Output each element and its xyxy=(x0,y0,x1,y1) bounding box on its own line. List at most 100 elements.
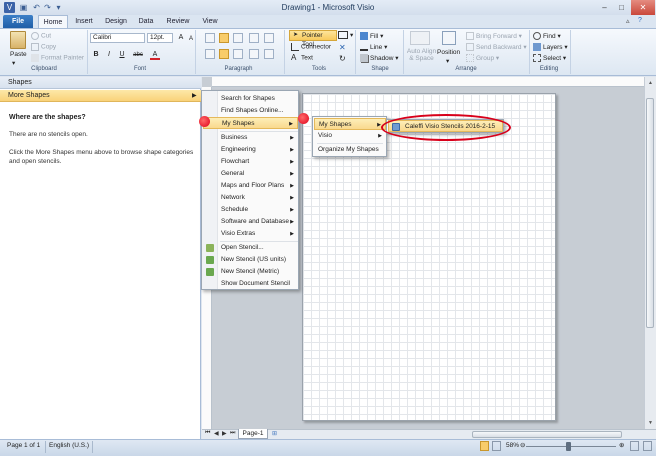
strikethrough-button[interactable]: abc xyxy=(131,50,145,60)
bullets-button[interactable] xyxy=(249,33,259,43)
tab-insert[interactable]: Insert xyxy=(70,15,98,28)
position-dropdown-icon[interactable]: ▾ xyxy=(446,57,449,65)
more-shapes-button[interactable]: More Shapes xyxy=(0,90,201,102)
align-center-button[interactable] xyxy=(219,49,229,59)
menu-item-maps-and-floor-plans[interactable]: Maps and Floor Plans ▶ xyxy=(203,180,298,192)
zoom-level[interactable]: 58% xyxy=(506,442,519,449)
page-info[interactable]: Page 1 of 1 xyxy=(7,442,40,449)
menu-item-my-shapes-folder[interactable]: My Shapes ▶ xyxy=(314,118,386,130)
paste-icon[interactable] xyxy=(10,31,26,49)
minimize-button[interactable]: – xyxy=(596,0,613,15)
ribbon-collapse-icon[interactable]: ▵ xyxy=(626,17,630,25)
close-tool-icon[interactable]: ✕ xyxy=(339,43,346,52)
tab-data[interactable]: Data xyxy=(134,15,158,28)
menu-item-network[interactable]: Network ▶ xyxy=(203,192,298,204)
switch-windows-icon[interactable] xyxy=(643,441,652,451)
copy-button[interactable]: Copy xyxy=(31,43,56,51)
menu-item-flowchart[interactable]: Flowchart ▶ xyxy=(203,156,298,168)
menu-item-new-stencil-metric[interactable]: New Stencil (Metric) xyxy=(203,266,298,278)
menu-item-open-stencil[interactable]: Open Stencil... xyxy=(203,242,298,254)
increase-indent-button[interactable] xyxy=(264,49,274,59)
tab-view[interactable]: View xyxy=(199,15,221,28)
find-button[interactable]: Find ▾ xyxy=(533,32,561,41)
menu-item-business[interactable]: Business ▶ xyxy=(203,132,298,144)
cut-button[interactable]: Cut xyxy=(31,32,51,40)
connector-button[interactable]: Connector xyxy=(291,43,331,51)
chevron-right-icon: ▶ xyxy=(290,159,294,165)
menu-item-engineering[interactable]: Engineering ▶ xyxy=(203,144,298,156)
auto-align-space-button[interactable]: Auto Align & Space xyxy=(405,48,438,62)
menu-item-new-stencil-us[interactable]: New Stencil (US units) xyxy=(203,254,298,266)
bold-button[interactable]: B xyxy=(91,50,101,60)
insert-page-icon[interactable]: ⊞ xyxy=(272,430,277,437)
zoom-out-icon[interactable]: ⊖ xyxy=(520,441,525,449)
zoom-in-icon[interactable]: ⊕ xyxy=(619,441,624,449)
tab-file[interactable]: File xyxy=(3,15,33,28)
paste-button[interactable]: Paste xyxy=(10,51,27,58)
menu-item-visio[interactable]: Visio ▶ xyxy=(314,130,386,142)
next-page-icon[interactable]: ▶ xyxy=(222,430,227,437)
fill-button[interactable]: Fill ▾ xyxy=(360,32,383,41)
fit-page-icon[interactable] xyxy=(630,441,639,451)
last-page-icon[interactable]: ⏭ xyxy=(230,430,235,437)
maximize-button[interactable]: □ xyxy=(613,0,630,15)
layers-button[interactable]: Layers ▾ xyxy=(533,43,568,52)
font-name-dropdown[interactable]: Calibri xyxy=(90,33,145,43)
align-bottom-button[interactable] xyxy=(233,33,243,43)
grow-font-button[interactable]: A xyxy=(176,33,186,43)
font-size-dropdown[interactable]: 12pt. xyxy=(147,33,173,43)
full-screen-icon[interactable] xyxy=(492,441,501,451)
shadow-button[interactable]: Shadow ▾ xyxy=(360,54,399,63)
scroll-down-icon[interactable]: ▼ xyxy=(645,418,656,428)
menu-item-label: Open Stencil... xyxy=(221,244,264,251)
group-label-font: Font xyxy=(133,66,146,72)
group-button[interactable]: Group ▾ xyxy=(466,54,499,63)
menu-item-search-for-shapes[interactable]: Search for Shapes xyxy=(203,93,298,105)
help-icon[interactable]: ? xyxy=(638,17,642,24)
menu-item-find-shapes-online[interactable]: Find Shapes Online... xyxy=(203,105,298,117)
menu-item-show-document-stencil[interactable]: Show Document Stencil xyxy=(203,278,298,290)
bring-forward-button[interactable]: Bring Forward ▾ xyxy=(466,32,522,41)
align-top-button[interactable] xyxy=(205,33,215,43)
send-backward-button[interactable]: Send Backward ▾ xyxy=(466,43,527,52)
text-button[interactable]: A Text xyxy=(291,54,313,62)
menu-item-organize-my-shapes[interactable]: Organize My Shapes xyxy=(314,144,386,156)
language-indicator[interactable]: English (U.S.) xyxy=(49,442,89,449)
select-label: Select xyxy=(543,55,562,62)
tab-home[interactable]: Home xyxy=(38,15,68,28)
send-backward-icon xyxy=(466,43,474,52)
first-page-icon[interactable]: ⏮ xyxy=(205,430,210,437)
zoom-slider-knob[interactable] xyxy=(566,442,571,451)
rotate-tool-icon[interactable]: ↻ xyxy=(339,54,346,63)
align-middle-button[interactable] xyxy=(219,33,229,43)
page-tab[interactable]: Page-1 xyxy=(238,429,268,439)
vertical-scroll-thumb[interactable] xyxy=(646,98,654,328)
menu-item-software-and-database[interactable]: Software and Database ▶ xyxy=(203,216,298,228)
font-color-button[interactable]: A xyxy=(150,50,160,60)
align-left-button[interactable] xyxy=(205,49,215,59)
prev-page-icon[interactable]: ◀ xyxy=(214,430,219,437)
underline-button[interactable]: U xyxy=(117,50,127,60)
menu-item-schedule[interactable]: Schedule ▶ xyxy=(203,204,298,216)
pointer-tool-button[interactable]: ➤ Pointer Tool xyxy=(289,30,337,48)
group-label-editing: Editing xyxy=(539,66,559,72)
normal-view-icon[interactable] xyxy=(480,441,489,451)
horizontal-scroll-thumb[interactable] xyxy=(472,431,622,438)
rectangle-tool-button[interactable]: ▾ xyxy=(338,31,353,40)
scroll-up-icon[interactable]: ▲ xyxy=(645,78,656,88)
tab-design[interactable]: Design xyxy=(101,15,131,28)
align-right-button[interactable] xyxy=(233,49,243,59)
decrease-indent-button[interactable] xyxy=(264,33,274,43)
menu-item-general[interactable]: General ▶ xyxy=(203,168,298,180)
close-button[interactable]: ✕ xyxy=(631,0,655,15)
zoom-slider-track[interactable] xyxy=(526,446,616,447)
menu-item-visio-extras[interactable]: Visio Extras ▶ xyxy=(203,228,298,240)
menu-item-my-shapes[interactable]: My Shapes ▶ xyxy=(203,117,298,129)
select-button[interactable]: Select ▾ xyxy=(533,54,566,63)
tab-review[interactable]: Review xyxy=(163,15,193,28)
italic-button[interactable]: I xyxy=(104,50,114,60)
line-button[interactable]: Line ▾ xyxy=(360,43,387,52)
format-painter-button[interactable]: Format Painter xyxy=(31,54,84,62)
position-button[interactable]: Position xyxy=(437,49,460,56)
justify-button[interactable] xyxy=(249,49,259,59)
